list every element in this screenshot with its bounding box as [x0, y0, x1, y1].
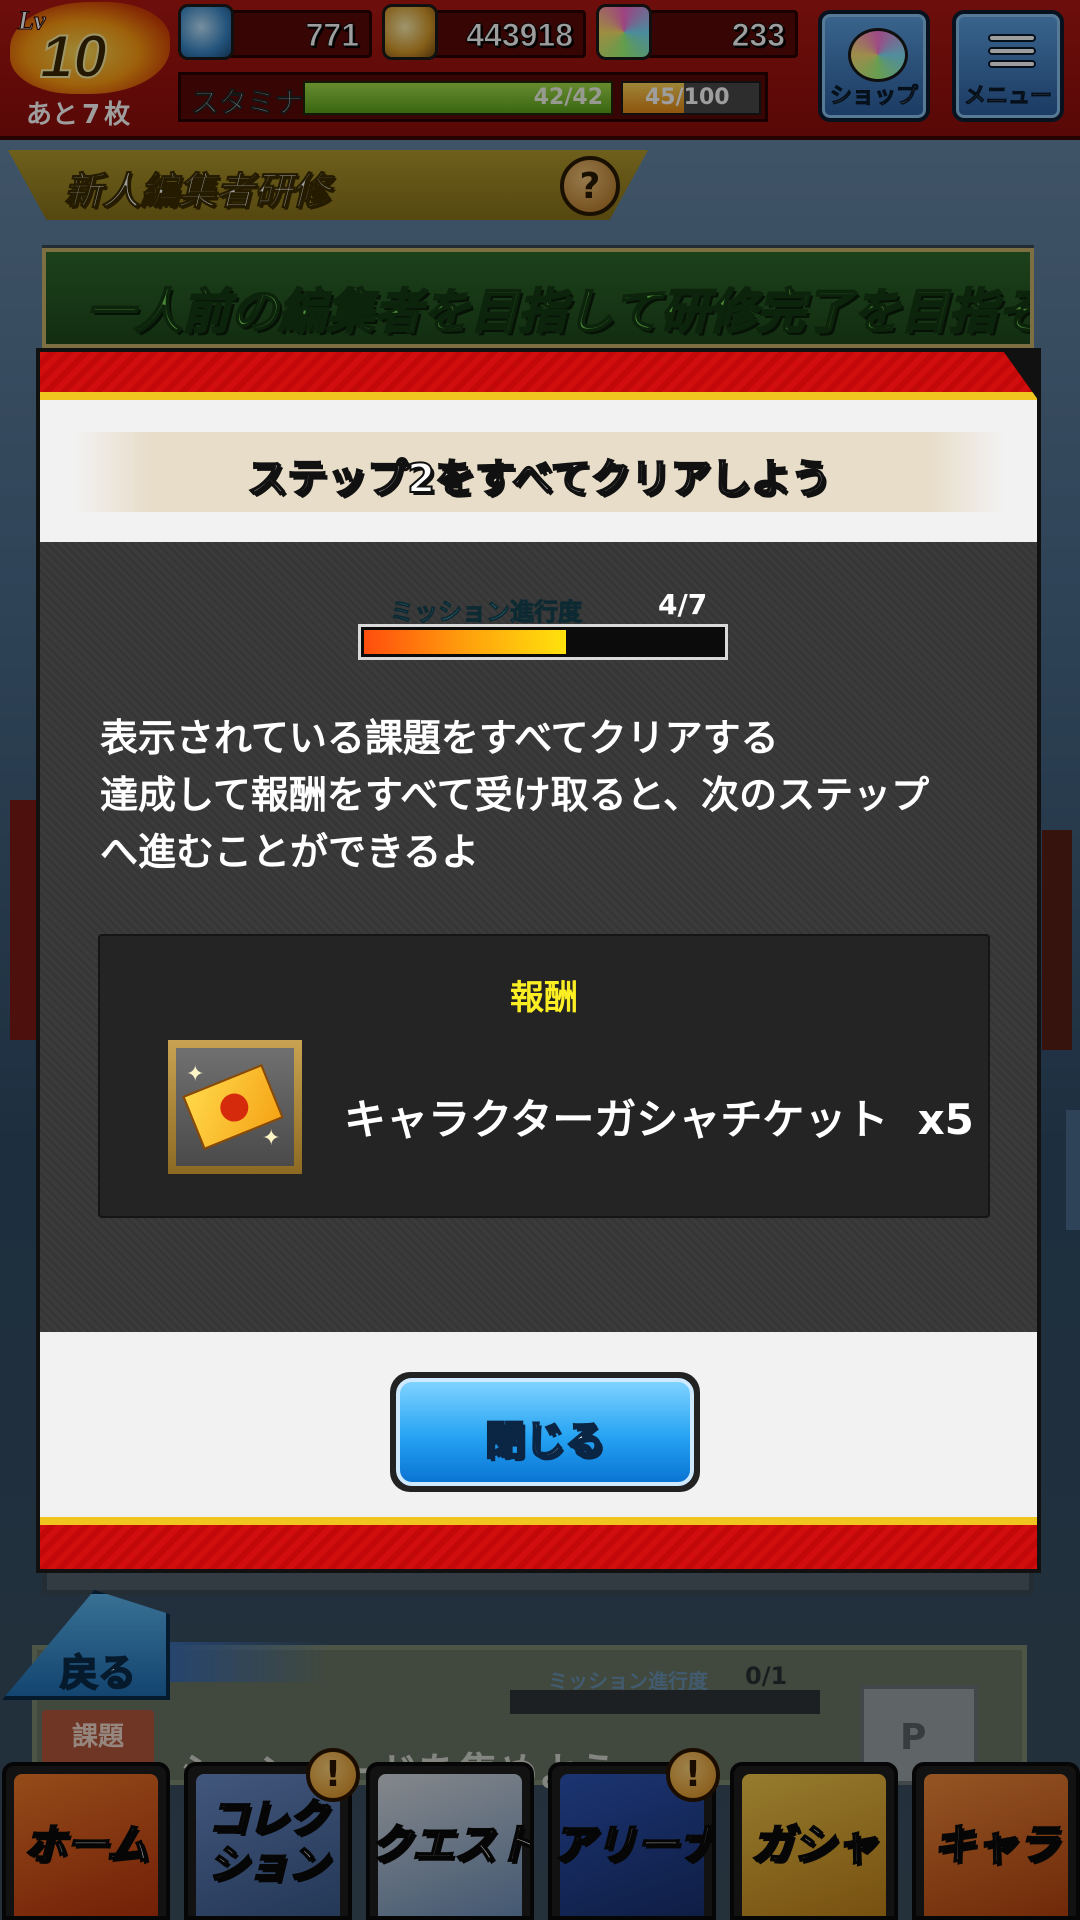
close-button-label: 閉じる	[484, 1417, 606, 1465]
mission-progress-value: 4/7	[658, 588, 708, 621]
gacha-ticket-icon: ✦ ✦	[176, 1048, 294, 1166]
dialog-heading: ステップ2をすべてクリアしよう	[246, 455, 831, 503]
dialog-description: 表示されている課題をすべてクリアする 達成して報酬をすべて受け取ると、次のステッ…	[100, 710, 1000, 881]
sparkle-icon: ✦	[262, 1126, 281, 1151]
description-line: 達成して報酬をすべて受け取ると、次のステップ	[100, 773, 930, 817]
step-dialog: ステップ2をすべてクリアしよう ミッション進行度 4/7 表示されている課題をす…	[36, 348, 1041, 1573]
reward-item-name: キャラクターガシャチケット x5	[344, 1086, 974, 1147]
sparkle-icon: ✦	[186, 1062, 205, 1087]
reward-title: 報酬	[510, 978, 578, 1018]
close-button-face: 閉じる	[396, 1378, 694, 1486]
mission-progress-bar	[358, 624, 728, 660]
dialog-body: ミッション進行度 4/7 表示されている課題をすべてクリアする 達成して報酬をす…	[40, 542, 1037, 1332]
mission-progress-fill	[364, 630, 566, 654]
reward-box: 報酬 ✦ ✦ キャラクターガシャチケット x5	[98, 934, 990, 1218]
mission-progress-label: ミッション進行度	[390, 598, 583, 627]
description-line: へ進むことができるよ	[100, 830, 480, 874]
reward-quantity: x5	[917, 1095, 974, 1144]
description-line: 表示されている課題をすべてクリアする	[100, 716, 779, 760]
dialog-bottom-band	[40, 1517, 1037, 1569]
dialog-footer: 閉じる	[40, 1332, 1037, 1492]
dialog-top-band	[40, 352, 1037, 400]
close-button[interactable]: 閉じる	[390, 1372, 700, 1492]
reward-name-text: キャラクターガシャチケット	[344, 1095, 889, 1144]
dialog-heading-bar: ステップ2をすべてクリアしよう	[74, 432, 1004, 512]
reward-item-frame[interactable]: ✦ ✦	[168, 1040, 302, 1174]
